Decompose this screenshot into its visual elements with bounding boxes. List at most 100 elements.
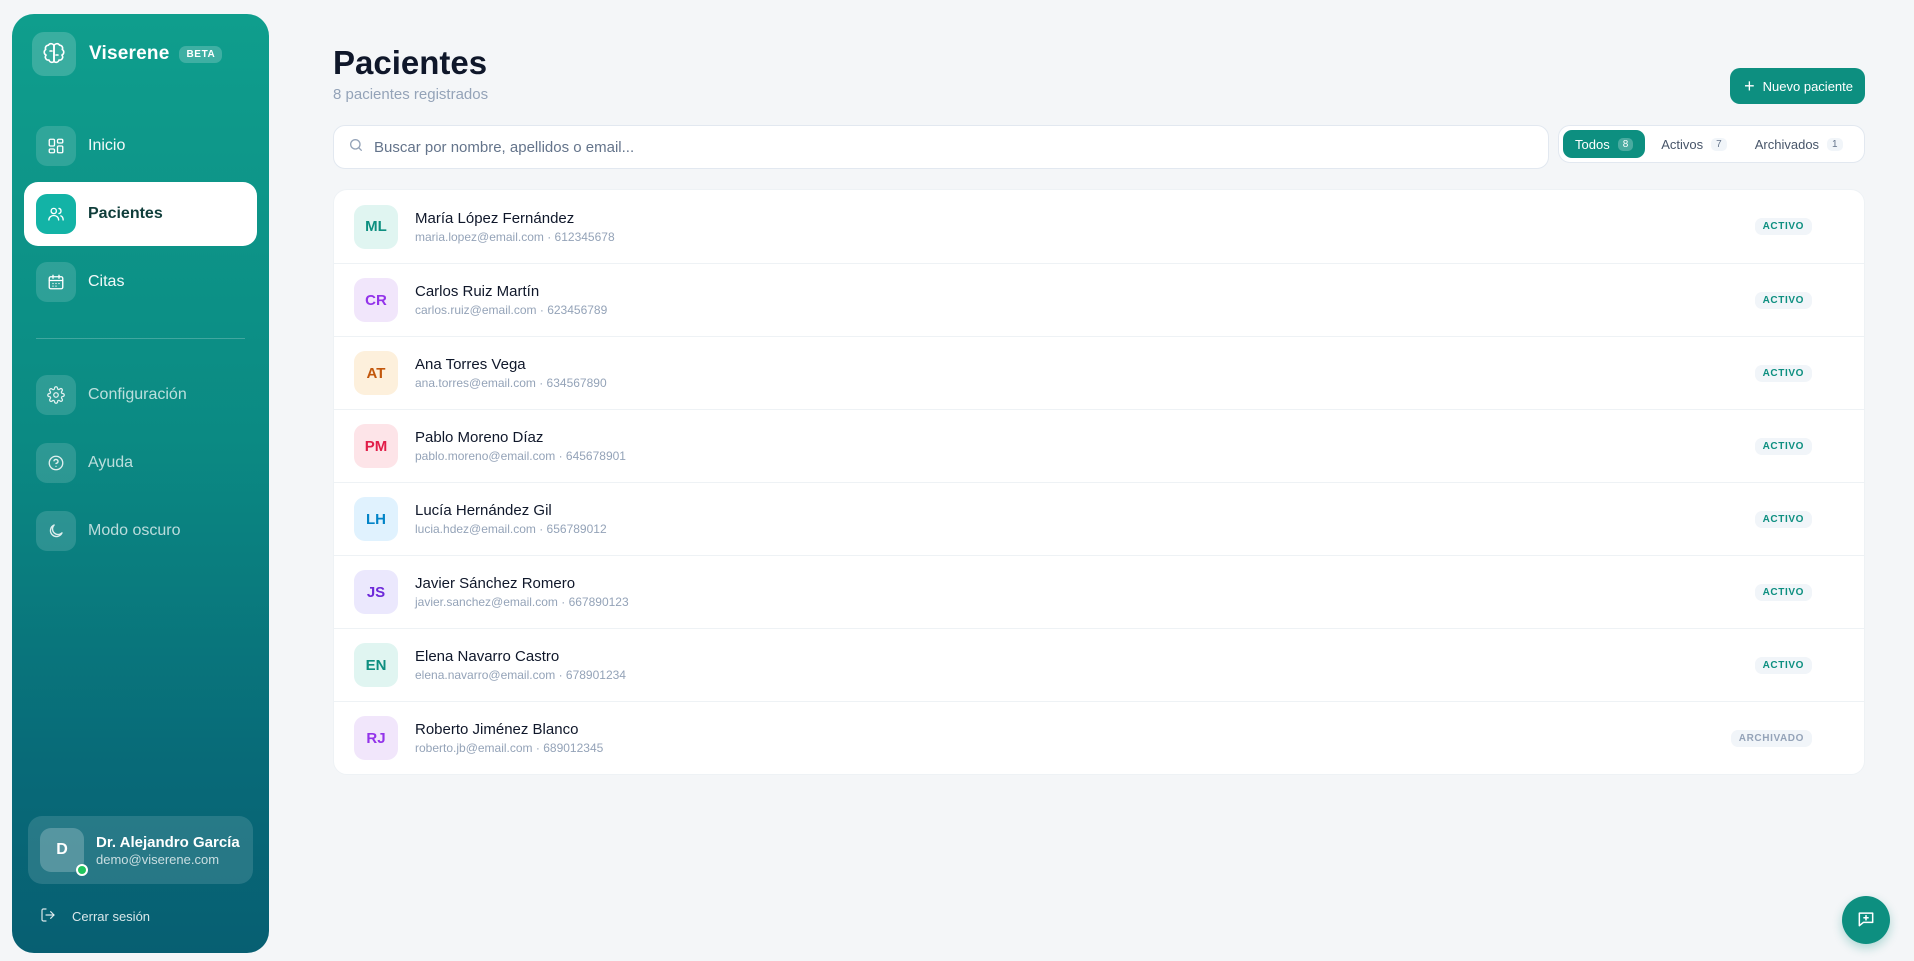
status-badge: ACTIVO bbox=[1754, 364, 1812, 382]
chat-icon bbox=[1856, 909, 1876, 932]
search-bar bbox=[333, 125, 1549, 169]
table-row[interactable]: AT Ana Torres Vega ana.torres@email.com … bbox=[334, 336, 1864, 409]
nav-label: Modo oscuro bbox=[88, 522, 181, 539]
filter-activos[interactable]: Activos 7 bbox=[1649, 130, 1738, 158]
page-title: Pacientes bbox=[333, 44, 488, 81]
patient-contact: ana.torres@email.com · 634567890 bbox=[415, 376, 607, 390]
plus-icon: + bbox=[1744, 76, 1755, 96]
patient-info: Elena Navarro Castro elena.navarro@email… bbox=[415, 648, 626, 682]
logout-label: Cerrar sesión bbox=[72, 909, 151, 924]
patient-info: Ana Torres Vega ana.torres@email.com · 6… bbox=[415, 356, 607, 390]
user-name: Dr. Alejandro García bbox=[96, 833, 240, 851]
table-row[interactable]: EN Elena Navarro Castro elena.navarro@em… bbox=[334, 628, 1864, 701]
page-subtitle: 8 pacientes registrados bbox=[333, 86, 489, 103]
patient-list: ML María López Fernández maria.lopez@ema… bbox=[333, 189, 1865, 775]
user-email: demo@viserene.com bbox=[96, 851, 220, 867]
nav-label: Ayuda bbox=[88, 454, 134, 471]
patient-contact: roberto.jb@email.com · 689012345 bbox=[415, 741, 604, 755]
new-patient-button[interactable]: + Nuevo paciente bbox=[1730, 68, 1865, 104]
table-row[interactable]: RJ Roberto Jiménez Blanco roberto.jb@ema… bbox=[334, 701, 1864, 774]
patient-name: Lucía Hernández Gil bbox=[415, 502, 552, 519]
patient-contact: carlos.ruiz@email.com · 623456789 bbox=[415, 303, 608, 317]
user-info: Dr. Alejandro García demo@viserene.com bbox=[96, 834, 240, 867]
filter-label: Archivados bbox=[1754, 136, 1820, 152]
patient-avatar: LH bbox=[354, 497, 398, 541]
calendar-icon bbox=[36, 262, 76, 302]
patient-avatar: RJ bbox=[354, 716, 398, 760]
nav-item-citas[interactable]: Citas bbox=[24, 250, 257, 314]
avatar: D bbox=[40, 828, 88, 876]
table-row[interactable]: LH Lucía Hernández Gil lucia.hdez@email.… bbox=[334, 482, 1864, 555]
table-row[interactable]: CR Carlos Ruiz Martín carlos.ruiz@email.… bbox=[334, 263, 1864, 336]
status-badge: ACTIVO bbox=[1754, 437, 1812, 455]
sidebar: Viserene BETA Inicio Pacientes Citas Con… bbox=[12, 14, 269, 953]
logout-icon bbox=[40, 907, 56, 926]
patient-info: Javier Sánchez Romero javier.sanchez@ema… bbox=[415, 575, 629, 609]
nav-item-configuracion[interactable]: Configuración bbox=[24, 363, 257, 427]
patient-avatar: JS bbox=[354, 570, 398, 614]
patient-contact: maria.lopez@email.com · 612345678 bbox=[415, 229, 615, 244]
chat-button[interactable] bbox=[1842, 896, 1890, 944]
patient-name: Elena Navarro Castro bbox=[415, 648, 560, 665]
patient-contact: pablo.moreno@email.com · 645678901 bbox=[415, 449, 626, 463]
help-icon bbox=[36, 443, 76, 483]
filter-count: 7 bbox=[1711, 137, 1727, 151]
user-card[interactable]: D Dr. Alejandro García demo@viserene.com bbox=[28, 816, 253, 884]
patient-name: Carlos Ruiz Martín bbox=[415, 283, 540, 300]
nav-item-inicio[interactable]: Inicio bbox=[24, 114, 257, 178]
patient-name: Javier Sánchez Romero bbox=[415, 575, 576, 592]
patient-avatar: EN bbox=[354, 643, 398, 687]
patient-info: Pablo Moreno Díaz pablo.moreno@email.com… bbox=[415, 429, 626, 463]
brand[interactable]: Viserene BETA bbox=[32, 32, 223, 76]
filter-archivados[interactable]: Archivados 1 bbox=[1743, 130, 1855, 158]
filter-label: Todos bbox=[1575, 136, 1610, 152]
status-badge: ACTIVO bbox=[1754, 583, 1812, 601]
patient-name: Pablo Moreno Díaz bbox=[415, 429, 544, 446]
grid-icon bbox=[36, 126, 76, 166]
filter-todos[interactable]: Todos 8 bbox=[1563, 130, 1646, 158]
patient-name: Roberto Jiménez Blanco bbox=[415, 721, 579, 738]
search-input[interactable] bbox=[374, 138, 1474, 156]
status-filter: Todos 8 Activos 7 Archivados 1 bbox=[1558, 125, 1865, 163]
patient-contact: javier.sanchez@email.com · 667890123 bbox=[415, 595, 629, 609]
nav-item-ayuda[interactable]: Ayuda bbox=[24, 431, 257, 495]
status-badge: ARCHIVADO bbox=[1730, 729, 1812, 747]
patient-contact: lucia.hdez@email.com · 656789012 bbox=[415, 522, 607, 536]
filter-count: 8 bbox=[1617, 137, 1634, 151]
table-row[interactable]: PM Pablo Moreno Díaz pablo.moreno@email.… bbox=[334, 409, 1864, 482]
status-badge: ACTIVO bbox=[1754, 510, 1812, 528]
status-badge: ACTIVO bbox=[1754, 656, 1812, 674]
logout-button[interactable]: Cerrar sesión bbox=[40, 907, 150, 926]
patient-info: Lucía Hernández Gil lucia.hdez@email.com… bbox=[415, 502, 607, 536]
patient-avatar: ML bbox=[354, 204, 398, 249]
nav-item-pacientes[interactable]: Pacientes bbox=[24, 182, 257, 246]
status-badge: ACTIVO bbox=[1754, 218, 1812, 235]
online-indicator bbox=[76, 864, 88, 876]
nav-divider bbox=[36, 338, 245, 339]
patient-avatar: CR bbox=[354, 278, 398, 322]
patient-contact: elena.navarro@email.com · 678901234 bbox=[415, 668, 626, 682]
table-row[interactable]: ML María López Fernández maria.lopez@ema… bbox=[334, 190, 1864, 263]
patient-info: María López Fernández maria.lopez@email.… bbox=[415, 210, 615, 244]
search-icon bbox=[348, 137, 364, 158]
nav-label: Citas bbox=[88, 273, 125, 290]
patient-name: María López Fernández bbox=[415, 209, 575, 227]
patient-avatar: PM bbox=[354, 424, 398, 468]
nav-label: Configuración bbox=[88, 386, 187, 403]
nav-label: Inicio bbox=[88, 137, 126, 154]
patient-name: Ana Torres Vega bbox=[415, 356, 526, 373]
gear-icon bbox=[36, 375, 76, 415]
avatar-initial: D bbox=[56, 841, 68, 858]
brand-name: Viserene bbox=[89, 43, 170, 64]
brain-logo-icon bbox=[32, 32, 76, 76]
users-icon bbox=[36, 194, 76, 234]
table-row[interactable]: JS Javier Sánchez Romero javier.sanchez@… bbox=[334, 555, 1864, 628]
filter-label: Activos bbox=[1661, 136, 1704, 152]
status-badge: ACTIVO bbox=[1754, 291, 1812, 309]
nav-item-modo-oscuro[interactable]: Modo oscuro bbox=[24, 499, 257, 563]
new-patient-label: Nuevo paciente bbox=[1762, 78, 1853, 94]
main-nav: Inicio Pacientes Citas Configuración Ayu… bbox=[24, 114, 257, 563]
patient-avatar: AT bbox=[354, 351, 398, 395]
patient-info: Roberto Jiménez Blanco roberto.jb@email.… bbox=[415, 721, 603, 755]
nav-label: Pacientes bbox=[88, 205, 163, 222]
